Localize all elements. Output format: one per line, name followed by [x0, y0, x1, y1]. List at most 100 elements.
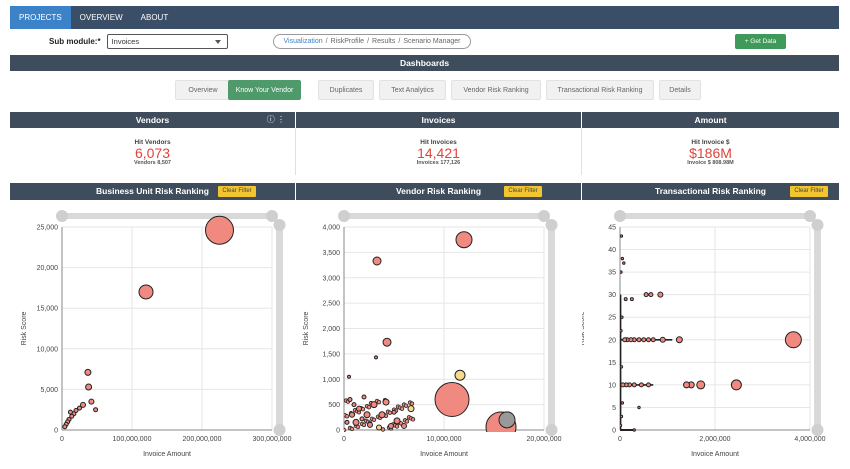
kpi-value: $186M — [689, 145, 732, 161]
x-axis-label: Invoice Amount — [420, 451, 468, 458]
tab-details[interactable]: Details — [659, 80, 701, 100]
data-points — [344, 231, 517, 432]
x-tick-label: 4,000,000 — [794, 436, 825, 443]
info-menu-icon[interactable]: ⓘ ⋮ — [267, 112, 285, 128]
y-tick-label: 0 — [336, 428, 340, 435]
data-point — [349, 411, 355, 418]
nav-overview[interactable]: OVERVIEW — [71, 6, 132, 29]
data-point — [696, 380, 706, 390]
data-point — [85, 383, 93, 391]
data-point — [643, 292, 649, 298]
data-point — [631, 382, 637, 388]
y-tick-label: 20,000 — [37, 265, 59, 272]
data-point — [382, 398, 390, 406]
clear-filter-button[interactable]: Clear Filter — [504, 186, 542, 197]
horizontal-range-track — [344, 213, 544, 219]
data-point — [363, 411, 371, 419]
data-point — [382, 337, 392, 347]
x-tick-label: 10,000,000 — [426, 436, 461, 443]
y-tick-label: 0 — [612, 428, 616, 435]
data-point — [88, 398, 95, 405]
data-point — [629, 297, 634, 302]
breadcrumb-separator: / — [367, 38, 370, 45]
breadcrumb-separator: / — [325, 38, 328, 45]
tab-vendor-risk-ranking[interactable]: Vendor Risk Ranking — [451, 80, 541, 100]
clear-filter-button[interactable]: Clear Filter — [790, 186, 828, 197]
data-point — [205, 215, 234, 245]
y-tick-label: 5,000 — [40, 387, 58, 394]
data-point — [372, 256, 382, 266]
y-tick-label: 45 — [608, 225, 616, 232]
submodule-row: Sub module:* Invoices Visualization / Ri… — [10, 29, 839, 53]
nav-projects[interactable]: PROJECTS — [10, 6, 71, 29]
y-tick-label: 3,000 — [322, 275, 340, 282]
chart-panel-vendor: 0 500 1,000 1,500 2,000 2,500 3,000 3,500 4,000 0… — [296, 200, 581, 469]
data-point — [376, 424, 382, 431]
y-tick-label: 40 — [608, 247, 616, 254]
data-point — [361, 394, 367, 400]
range-handle-top — [273, 219, 286, 231]
data-point — [138, 284, 154, 300]
data-point — [349, 426, 355, 432]
data-point — [84, 368, 92, 376]
breadcrumb-results[interactable]: Results — [372, 38, 395, 45]
y-tick-label: 3,500 — [322, 250, 340, 257]
chart-header-vendor: Vendor Risk Ranking Clear Filter — [296, 183, 581, 200]
data-point — [620, 329, 623, 333]
data-point — [646, 382, 651, 388]
breadcrumb-visualization[interactable]: Visualization — [283, 38, 322, 45]
horizontal-range-track — [620, 213, 810, 219]
breadcrumb-riskprofile[interactable]: RiskProfile — [331, 38, 364, 45]
breadcrumb-scenario-manager[interactable]: Scenario Manager — [403, 38, 460, 45]
data-point — [675, 336, 683, 344]
y-tick-label: 1,500 — [322, 351, 340, 358]
submodule-select[interactable]: Invoices — [106, 33, 228, 49]
y-tick-label: 10 — [608, 382, 616, 389]
range-handle-bottom — [273, 424, 286, 436]
tab-duplicates[interactable]: Duplicates — [318, 80, 374, 100]
kpi-header-invoices: Invoices — [296, 112, 581, 128]
data-point — [361, 422, 367, 428]
kpi-title-invoices: Invoices — [421, 115, 456, 125]
data-point — [454, 369, 466, 381]
breadcrumb-separator: / — [398, 38, 401, 45]
range-handle-top — [545, 219, 558, 231]
kpi-header-amount: Amount — [582, 112, 839, 128]
dashboards-header: Dashboards — [10, 55, 839, 71]
data-point — [388, 422, 394, 429]
dashboard-tabs: Overview Know Your Vendor Duplicates Tex… — [10, 80, 839, 100]
tab-know-your-vendor[interactable]: Know Your Vendor — [228, 80, 301, 100]
range-handle-bottom — [545, 424, 558, 436]
data-point — [659, 336, 666, 343]
data-point — [650, 337, 656, 343]
y-tick-label: 25,000 — [37, 225, 59, 232]
get-data-button[interactable]: + Get Data — [735, 34, 786, 49]
kpi-value: 6,073 — [134, 145, 171, 161]
range-handle-bottom — [811, 424, 824, 436]
data-point — [730, 379, 742, 391]
tab-text-analytics[interactable]: Text Analytics — [379, 80, 446, 100]
nav-about[interactable]: ABOUT — [132, 6, 178, 29]
kpi-card-invoices: Hit Invoices 14,421 Invoices 177,126 — [296, 128, 581, 175]
data-point — [370, 401, 378, 409]
tab-overview[interactable]: Overview — [175, 80, 231, 100]
clear-filter-button[interactable]: Clear Filter — [218, 186, 256, 197]
data-point — [648, 292, 654, 298]
horizontal-range-track — [62, 213, 272, 219]
data-point — [344, 419, 350, 425]
submodule-value: Invoices — [111, 36, 140, 46]
data-point — [632, 428, 636, 432]
y-tick-label: 1,000 — [322, 377, 340, 384]
data-point — [403, 403, 409, 408]
data-point — [683, 381, 690, 389]
data-point — [344, 414, 350, 419]
data-point — [387, 410, 393, 415]
data-point — [367, 421, 373, 428]
tab-transactional-risk-ranking[interactable]: Transactional Risk Ranking — [546, 80, 654, 100]
y-tick-label: 500 — [328, 402, 340, 409]
data-point — [359, 416, 365, 422]
data-point — [620, 382, 626, 388]
breadcrumb: Visualization / RiskProfile / Results / … — [273, 34, 471, 49]
top-navigation: PROJECTS OVERVIEW ABOUT — [10, 6, 839, 29]
kpi-footer: Invoice $ 808.98M — [687, 160, 734, 166]
